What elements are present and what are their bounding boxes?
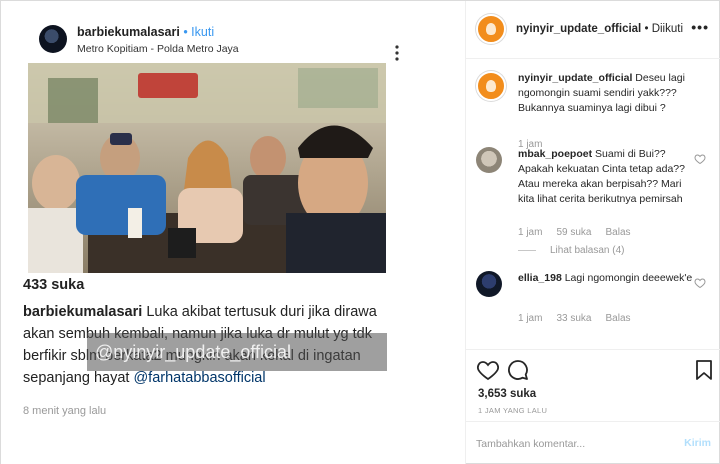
comment-item: mbak_poepoet Suami di Bui?? Apakah kekua…: [476, 147, 716, 257]
caption-line: Luka akibat tertusuk duri jika dirawa: [142, 304, 377, 320]
screenshot-location: Metro Kopitiam - Polda Metro Jaya: [77, 43, 239, 55]
heart-small-icon[interactable]: [694, 153, 706, 165]
comment-meta: 1 jam 33 suka Balas: [518, 313, 645, 324]
comment-likes[interactable]: 33 suka: [556, 313, 591, 324]
post-sidebar: nyinyir_update_official • Diikuti ••• ny…: [466, 1, 720, 464]
more-icon[interactable]: •••: [691, 19, 709, 35]
likes-count[interactable]: 3,653 suka: [478, 388, 536, 400]
comments-list: nyinyir_update_official Deseu lagi ngomo…: [466, 59, 720, 349]
heart-icon[interactable]: [476, 358, 500, 382]
screenshot-follow-label: Ikuti: [191, 25, 215, 39]
author-name: nyinyir_update_official • Diikuti: [516, 23, 683, 35]
screenshot-time: 8 menit yang lalu: [23, 405, 107, 417]
caption-line: sepanjang hayat: [23, 370, 134, 386]
post-header: nyinyir_update_official • Diikuti •••: [466, 1, 720, 59]
comment-input[interactable]: [476, 434, 666, 454]
group-photo: [28, 63, 386, 273]
reply-line: [518, 249, 536, 251]
comment-likes[interactable]: 59 suka: [556, 227, 591, 238]
screenshot-more-icon: [395, 45, 399, 61]
post-actions: 3,653 suka 1 JAM YANG LALU: [466, 349, 720, 421]
heart-small-icon[interactable]: [694, 277, 706, 289]
comment-username[interactable]: ellia_198: [518, 272, 562, 284]
post-time: 1 JAM YANG LALU: [478, 406, 548, 415]
comment-text: nyinyir_update_official Deseu lagi ngomo…: [518, 72, 685, 114]
comment-item: nyinyir_update_official Deseu lagi ngomo…: [476, 71, 716, 151]
screenshot-likes: 433 suka: [23, 277, 85, 293]
post-media: barbiekumalasari • Ikuti Metro Kopitiam …: [1, 1, 466, 464]
screenshot-avatar: [39, 25, 67, 53]
header-separator: •: [641, 23, 652, 35]
screenshot-separator: •: [179, 25, 192, 39]
comment-time: 1 jam: [518, 313, 543, 324]
comment-username[interactable]: mbak_poepoet: [518, 148, 592, 160]
comment-icon[interactable]: [506, 358, 530, 382]
comment-text: mbak_poepoet Suami di Bui?? Apakah kekua…: [518, 148, 685, 205]
screenshot-post-header: barbiekumalasari • Ikuti Metro Kopitiam …: [39, 21, 399, 61]
view-replies[interactable]: Lihat balasan (4): [518, 245, 639, 256]
send-button[interactable]: Kirim: [684, 437, 711, 449]
view-replies-label[interactable]: Lihat balasan (4): [550, 245, 625, 256]
bookmark-icon[interactable]: [692, 358, 716, 382]
comment-time: 1 jam: [518, 227, 543, 238]
reply-button[interactable]: Balas: [605, 227, 630, 238]
author-username[interactable]: nyinyir_update_official: [516, 23, 641, 35]
comment-avatar[interactable]: [476, 271, 502, 297]
comment-avatar[interactable]: [476, 147, 502, 173]
comment-avatar[interactable]: [476, 71, 506, 101]
author-avatar[interactable]: [476, 14, 506, 44]
screenshot-username: barbiekumalasari • Ikuti: [77, 25, 215, 39]
comment-username[interactable]: nyinyir_update_official: [518, 72, 632, 84]
comment-composer: Kirim: [466, 421, 720, 464]
caption-mention: @farhatabbasofficial: [133, 370, 266, 386]
watermark: @nyinyir_update_official: [87, 333, 387, 371]
post-modal: barbiekumalasari • Ikuti Metro Kopitiam …: [0, 0, 720, 464]
caption-username: barbiekumalasari: [23, 304, 143, 320]
comment-text: ellia_198 Lagi ngomongin deeewek'e: [518, 272, 693, 284]
reply-button[interactable]: Balas: [605, 313, 630, 324]
comment-item: ellia_198 Lagi ngomongin deeewek'e 1 jam…: [476, 271, 716, 341]
comment-meta: 1 jam 59 suka Balas: [518, 227, 645, 238]
follow-status-button[interactable]: Diikuti: [652, 23, 683, 35]
